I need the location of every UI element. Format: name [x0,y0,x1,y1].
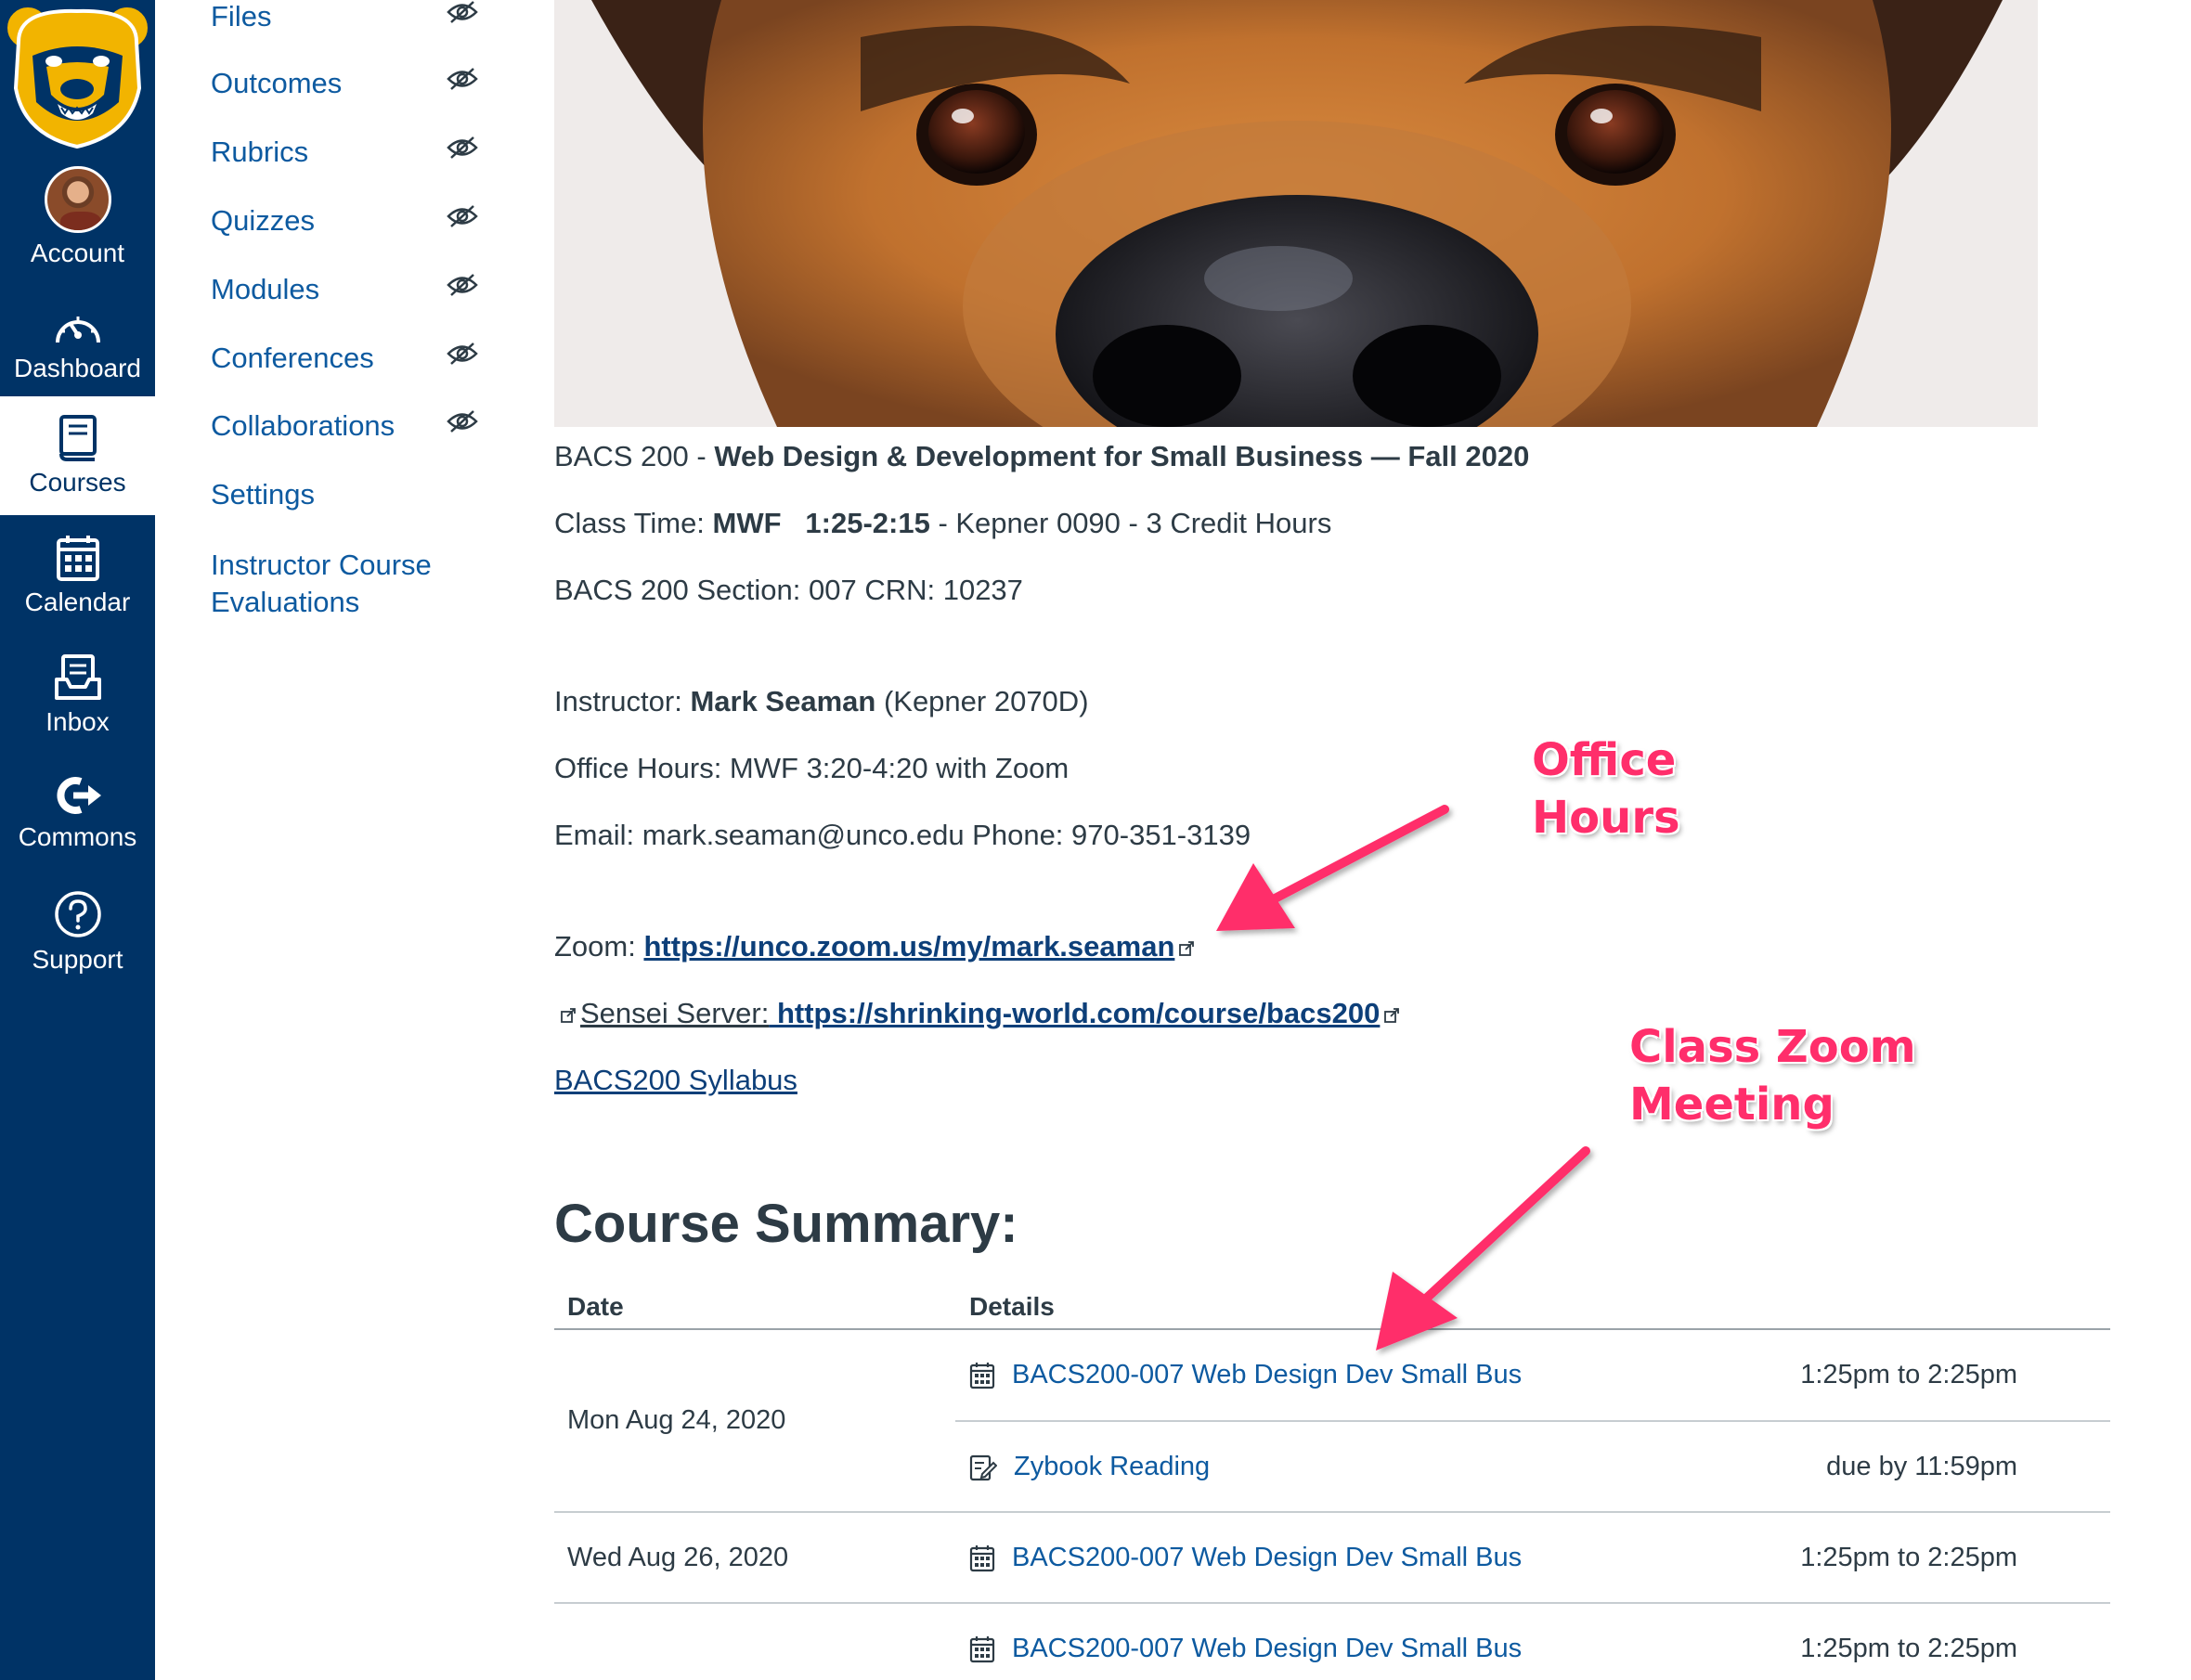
arrow-to-zoom-link [1216,805,1449,931]
arrow-to-class-event [1376,1146,1590,1350]
annotation-arrows [1216,805,1590,1350]
